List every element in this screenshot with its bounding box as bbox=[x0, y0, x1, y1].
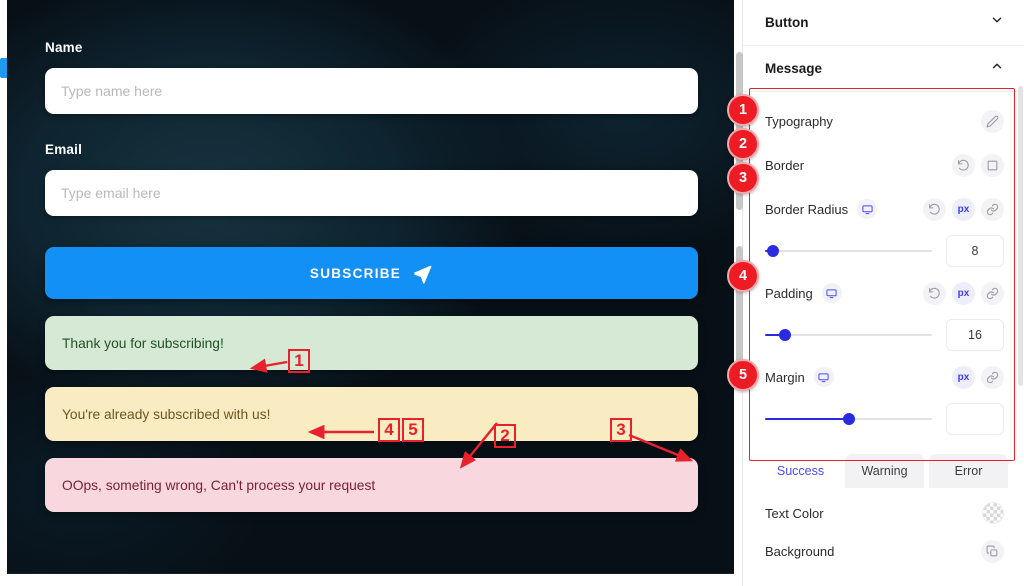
control-typography: Typography bbox=[743, 104, 1024, 138]
control-padding: Padding px bbox=[743, 276, 1024, 310]
monitor-icon[interactable] bbox=[813, 367, 834, 387]
control-border-radius-label: Border Radius bbox=[765, 201, 849, 217]
form-gap bbox=[45, 114, 700, 142]
monitor-icon[interactable] bbox=[857, 199, 878, 219]
slider-thumb[interactable] bbox=[842, 413, 855, 425]
message-error-text: OOps, someting wrong, Can't process your… bbox=[62, 477, 376, 493]
reset-icon[interactable] bbox=[923, 281, 946, 305]
email-label: Email bbox=[45, 142, 83, 157]
link-icon[interactable] bbox=[981, 197, 1004, 221]
padding-slider-row: 16 bbox=[743, 310, 1024, 360]
message-success-text: Thank you for subscribing! bbox=[62, 335, 224, 351]
padding-slider[interactable] bbox=[765, 326, 932, 344]
copy-icon[interactable] bbox=[981, 539, 1004, 563]
slider-thumb[interactable] bbox=[779, 329, 792, 341]
message-error: OOps, someting wrong, Can't process your… bbox=[45, 458, 698, 512]
preview-panel: Name Email SUBSCRIBE Thank you for subsc… bbox=[0, 0, 742, 586]
monitor-icon[interactable] bbox=[821, 283, 842, 303]
link-icon[interactable] bbox=[981, 365, 1004, 389]
slider-thumb[interactable] bbox=[767, 245, 780, 257]
margin-value[interactable] bbox=[946, 403, 1004, 435]
tab-warning[interactable]: Warning bbox=[845, 454, 924, 488]
link-icon[interactable] bbox=[981, 281, 1004, 305]
subscribe-button[interactable]: SUBSCRIBE bbox=[45, 247, 698, 299]
margin-slider-row bbox=[743, 394, 1024, 444]
panel-scrollbar-left-upper[interactable] bbox=[736, 52, 743, 210]
tab-panel-success: Text Color Background bbox=[743, 488, 1024, 570]
px-unit-button[interactable]: px bbox=[952, 365, 975, 389]
control-border-label: Border bbox=[765, 157, 805, 173]
slider-fill bbox=[765, 418, 849, 420]
name-label: Name bbox=[45, 40, 83, 55]
reset-icon[interactable] bbox=[923, 197, 946, 221]
border-radius-value[interactable]: 8 bbox=[946, 235, 1004, 267]
subscribe-form: Name Email SUBSCRIBE Thank you for subsc… bbox=[45, 40, 700, 512]
paper-plane-icon bbox=[412, 263, 433, 284]
tab-error[interactable]: Error bbox=[929, 454, 1008, 488]
reset-icon[interactable] bbox=[952, 153, 975, 177]
control-margin: Margin px bbox=[743, 360, 1024, 394]
section-button[interactable]: Button bbox=[743, 0, 1024, 46]
border-radius-slider[interactable] bbox=[765, 242, 932, 260]
transparent-swatch-icon[interactable] bbox=[982, 502, 1004, 524]
property-text-color-label: Text Color bbox=[765, 505, 824, 521]
slider-track bbox=[765, 250, 932, 252]
name-input[interactable] bbox=[45, 68, 698, 114]
px-unit-button[interactable]: px bbox=[952, 197, 975, 221]
chevron-up-icon[interactable] bbox=[990, 59, 1004, 78]
section-button-title: Button bbox=[765, 15, 809, 30]
message-state-tabs: Success Warning Error bbox=[743, 444, 1024, 488]
property-text-color: Text Color bbox=[765, 494, 1004, 532]
section-message[interactable]: Message bbox=[743, 46, 1024, 92]
message-success: Thank you for subscribing! bbox=[45, 316, 698, 370]
row-gap-2 bbox=[743, 182, 1024, 192]
preview-canvas: Name Email SUBSCRIBE Thank you for subsc… bbox=[7, 0, 734, 574]
border-radius-slider-row: 8 bbox=[743, 226, 1024, 276]
control-margin-label: Margin bbox=[765, 369, 805, 385]
tab-success[interactable]: Success bbox=[761, 454, 840, 488]
control-padding-label: Padding bbox=[765, 285, 813, 301]
control-typography-label: Typography bbox=[765, 113, 833, 129]
px-unit-button[interactable]: px bbox=[952, 281, 975, 305]
panel-gap bbox=[743, 92, 1024, 104]
settings-panel: Button Message Typography Border Border … bbox=[736, 0, 1024, 586]
padding-value[interactable]: 16 bbox=[946, 319, 1004, 351]
subscribe-button-label: SUBSCRIBE bbox=[309, 265, 402, 281]
pencil-icon[interactable] bbox=[981, 109, 1004, 133]
section-message-title: Message bbox=[765, 61, 823, 76]
screenshot-root: Name Email SUBSCRIBE Thank you for subsc… bbox=[0, 0, 1024, 586]
chevron-down-icon[interactable] bbox=[990, 13, 1004, 32]
property-background-label: Background bbox=[765, 543, 835, 559]
property-background: Background bbox=[765, 532, 1004, 570]
row-gap-1 bbox=[743, 138, 1024, 148]
message-warning-text: You're already subscribed with us! bbox=[62, 406, 271, 422]
left-edge-tab[interactable] bbox=[0, 58, 7, 78]
border-box-icon[interactable] bbox=[981, 153, 1004, 177]
control-border-radius: Border Radius px bbox=[743, 192, 1024, 226]
email-input[interactable] bbox=[45, 170, 698, 216]
panel-scrollbar-left-lower[interactable] bbox=[736, 246, 743, 366]
margin-slider[interactable] bbox=[765, 410, 932, 428]
control-border: Border bbox=[743, 148, 1024, 182]
message-warning: You're already subscribed with us! bbox=[45, 387, 698, 441]
